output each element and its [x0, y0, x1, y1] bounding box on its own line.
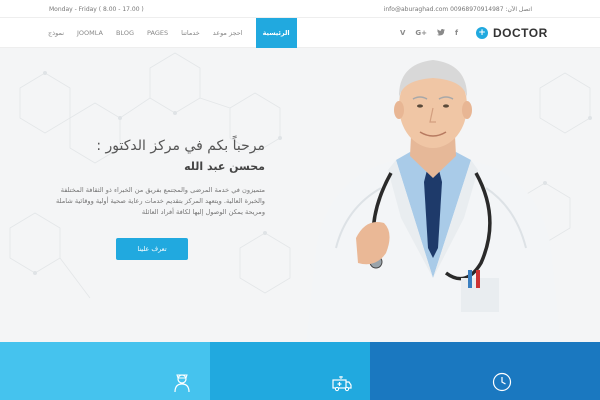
nav-item-appointment[interactable]: احجز موعد — [213, 29, 243, 37]
main-navigation: نموذج JOOMLA BLOG PAGES خدماتنا احجز موع… — [0, 18, 600, 48]
contact-info[interactable]: info@aburaghad.com 00968970914987 :اتصل … — [384, 6, 532, 13]
feature-panel-hours[interactable] — [370, 342, 600, 400]
hero-title: مرحباً بكم في مركز الدكتور : — [96, 138, 265, 154]
top-bar: Monday - Friday ( 8.00 - 17.00 ) info@ab… — [0, 0, 600, 18]
nav-item-home[interactable]: الرئيسية — [255, 18, 297, 48]
social-links: V G+ f — [400, 18, 468, 48]
nav-item-pages[interactable]: PAGES — [147, 29, 168, 37]
ambulance-icon — [332, 376, 352, 392]
nav-item-joomla[interactable]: JOOMLA — [77, 29, 103, 37]
working-hours: Monday - Friday ( 8.00 - 17.00 ) — [49, 6, 144, 13]
hero-description: متميزون في خدمة المرضى والمجتمع بفريق من… — [56, 186, 265, 216]
logo-text: DOCTOR — [493, 26, 548, 40]
nav-item-blog[interactable]: BLOG — [116, 29, 134, 37]
nav-menu: نموذج JOOMLA BLOG PAGES خدماتنا احجز موع… — [48, 18, 297, 48]
vine-icon[interactable]: V — [400, 29, 405, 37]
doctor-name: محسن عبد الله — [184, 160, 265, 173]
google-plus-icon[interactable]: G+ — [415, 29, 427, 37]
feature-panel-emergency[interactable] — [210, 342, 370, 400]
hero-text: مرحباً بكم في مركز الدكتور : محسن عبد ال… — [40, 138, 265, 218]
twitter-icon[interactable] — [437, 28, 446, 38]
clock-icon — [492, 372, 512, 392]
doctor-photo — [306, 60, 561, 342]
site-logo[interactable]: + DOCTOR — [476, 26, 548, 40]
nav-item-template[interactable]: نموذج — [48, 29, 64, 37]
about-us-button[interactable]: تعرف علينا — [116, 238, 188, 260]
logo-plus-icon: + — [476, 27, 488, 39]
facebook-icon[interactable]: f — [455, 29, 458, 37]
nav-item-services[interactable]: خدماتنا — [181, 29, 200, 37]
nurse-icon — [174, 374, 190, 392]
feature-panel-staff[interactable] — [0, 342, 210, 400]
hero-section: مرحباً بكم في مركز الدكتور : محسن عبد ال… — [0, 48, 600, 342]
